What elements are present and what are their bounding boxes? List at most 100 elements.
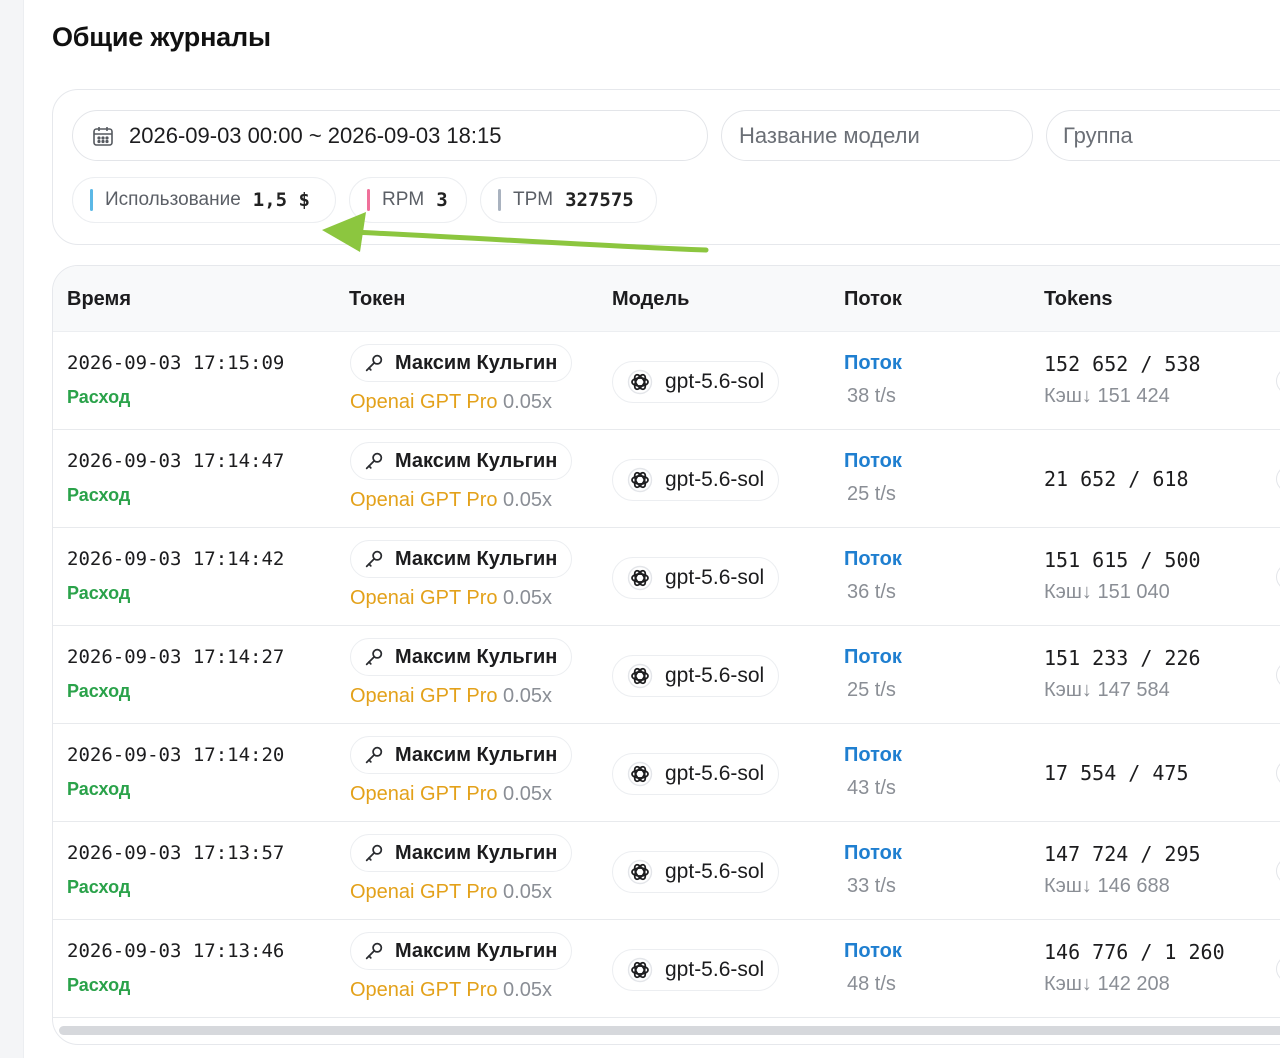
row-action-edge[interactable] [1276,662,1280,688]
token-name: Максим Кульгин [395,743,558,766]
model-name-placeholder: Название модели [739,122,920,148]
model-name: gpt-5.6-sol [665,566,765,589]
table-row[interactable]: 2026-09-03 17:14:20 Расход Максим Кульги… [53,724,1280,822]
token-badge[interactable]: Максим Кульгин [350,442,573,480]
token-name: Максим Кульгин [395,351,558,374]
log-time: 2026-09-03 17:14:20 [67,744,285,766]
table-row[interactable]: 2026-09-03 17:14:47 Расход Максим Кульги… [53,430,1280,528]
token-counts: 17 554 / 475 [1044,761,1189,785]
stream-speed: 48 t/s [847,973,896,995]
row-action-edge[interactable] [1276,760,1280,786]
group-ratio: 0.05x [503,489,552,511]
group-info: Openai GPT Pro 0.05x [350,587,552,610]
date-range-picker[interactable]: 2026-09-03 00:00 ~ 2026-09-03 18:15 [72,110,708,161]
cache-tokens: Кэш↓ 142 208 [1044,973,1170,995]
stream-speed: 25 t/s [847,483,896,505]
calendar-icon [93,126,113,146]
openai-icon [627,369,653,395]
token-counts: 147 724 / 295 [1044,842,1201,866]
table-row[interactable]: 2026-09-03 17:13:46 Расход Максим Кульги… [53,920,1280,1018]
stream-badge: Поток [844,744,902,766]
group-info: Openai GPT Pro 0.05x [350,391,552,414]
token-counts: 151 615 / 500 [1044,548,1201,572]
model-badge[interactable]: gpt-5.6-sol [612,361,780,403]
header-time[interactable]: Время [67,288,131,311]
rpm-stat: RPM 3 [349,177,467,223]
openai-icon [627,957,653,983]
token-badge[interactable]: Максим Кульгин [350,736,573,774]
row-action-edge[interactable] [1276,368,1280,394]
stream-badge: Поток [844,940,902,962]
group-info: Openai GPT Pro 0.05x [350,783,552,806]
log-type: Расход [67,779,131,799]
model-badge[interactable]: gpt-5.6-sol [612,655,780,697]
row-action-edge[interactable] [1276,956,1280,982]
key-icon [365,648,383,666]
model-badge[interactable]: gpt-5.6-sol [612,949,780,991]
group-name: Openai GPT Pro [350,979,498,1001]
table-row[interactable]: 2026-09-03 17:14:42 Расход Максим Кульги… [53,528,1280,626]
model-name: gpt-5.6-sol [665,468,765,491]
header-tokens[interactable]: Tokens [1044,288,1113,311]
model-badge[interactable]: gpt-5.6-sol [612,459,780,501]
model-name: gpt-5.6-sol [665,762,765,785]
token-counts: 151 233 / 226 [1044,646,1201,670]
table-row[interactable]: 2026-09-03 17:14:27 Расход Максим Кульги… [53,626,1280,724]
horizontal-scrollbar[interactable] [59,1026,1280,1035]
openai-icon [627,859,653,885]
header-stream[interactable]: Поток [844,288,902,311]
rpm-label: RPM [382,189,425,210]
page-title: Общие журналы [52,22,271,52]
log-time: 2026-09-03 17:15:09 [67,352,285,374]
header-model[interactable]: Модель [612,288,689,311]
token-counts: 21 652 / 618 [1044,467,1189,491]
token-badge[interactable]: Максим Кульгин [350,932,573,970]
log-type: Расход [67,877,131,897]
model-badge[interactable]: gpt-5.6-sol [612,753,780,795]
key-icon [365,452,383,470]
table-row[interactable]: 2026-09-03 17:15:09 Расход Максим Кульги… [53,332,1280,430]
log-type: Расход [67,387,131,407]
token-badge[interactable]: Максим Кульгин [350,834,573,872]
log-time: 2026-09-03 17:14:27 [67,646,285,668]
group-name: Openai GPT Pro [350,391,498,413]
log-type: Расход [67,583,131,603]
logs-table: Время Токен Модель Поток Tokens 2026-09-… [52,265,1280,1045]
row-action-edge[interactable] [1276,466,1280,492]
group-name: Openai GPT Pro [350,587,498,609]
stream-badge: Поток [844,548,902,570]
group-ratio: 0.05x [503,783,552,805]
model-badge[interactable]: gpt-5.6-sol [612,557,780,599]
model-badge[interactable]: gpt-5.6-sol [612,851,780,893]
row-action-edge[interactable] [1276,564,1280,590]
stream-badge: Поток [844,842,902,864]
tpm-indicator-bar [498,189,501,211]
token-badge[interactable]: Максим Кульгин [350,344,573,382]
model-name-input[interactable]: Название модели [721,110,1033,161]
group-input[interactable]: Группа [1046,110,1280,161]
model-name: gpt-5.6-sol [665,664,765,687]
model-name: gpt-5.6-sol [665,860,765,883]
group-name: Openai GPT Pro [350,881,498,903]
row-action-edge[interactable] [1276,858,1280,884]
stream-badge: Поток [844,450,902,472]
group-ratio: 0.05x [503,881,552,903]
usage-label: Использование [105,189,241,210]
token-name: Максим Кульгин [395,449,558,472]
log-time: 2026-09-03 17:14:42 [67,548,285,570]
openai-icon [627,467,653,493]
key-icon [365,746,383,764]
usage-value: 1,5 $ [252,189,310,211]
table-row[interactable]: 2026-09-03 17:13:57 Расход Максим Кульги… [53,822,1280,920]
token-badge[interactable]: Максим Кульгин [350,540,573,578]
model-name: gpt-5.6-sol [665,958,765,981]
group-ratio: 0.05x [503,685,552,707]
openai-icon [627,761,653,787]
token-badge[interactable]: Максим Кульгин [350,638,573,676]
header-token[interactable]: Токен [349,288,405,311]
log-time: 2026-09-03 17:13:57 [67,842,285,864]
group-info: Openai GPT Pro 0.05x [350,489,552,512]
stream-speed: 36 t/s [847,581,896,603]
date-range-value: 2026-09-03 00:00 ~ 2026-09-03 18:15 [129,122,502,148]
usage-stat: Использование 1,5 $ [72,177,336,223]
